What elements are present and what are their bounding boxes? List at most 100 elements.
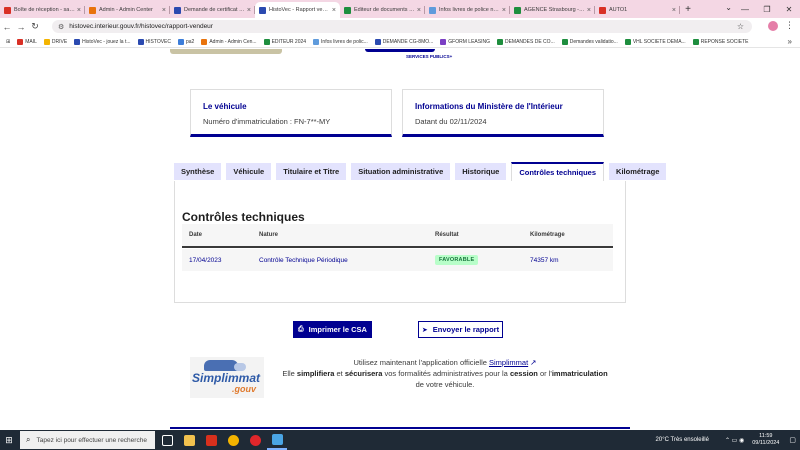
- forward-icon[interactable]: →: [14, 22, 28, 32]
- browser-tab[interactable]: AGENCE Strasbourg - Go...×: [510, 2, 595, 18]
- browser-menu-icon[interactable]: ⋮: [785, 20, 794, 31]
- browser-toolbar: ← → ↻ ⚙ histovec.interieur.gouv.fr/histo…: [0, 18, 800, 35]
- acrobat-icon[interactable]: [201, 430, 221, 450]
- report-tab[interactable]: Kilométrage: [609, 163, 667, 180]
- bookmark-favicon-icon: [177, 38, 184, 45]
- taskbar-search[interactable]: ⌕ Tapez ici pour effectuer une recherche: [20, 431, 155, 449]
- address-bar[interactable]: ⚙ histovec.interieur.gouv.fr/histovec/ra…: [52, 20, 752, 33]
- column-header-mileage: Kilométrage: [530, 232, 565, 238]
- bookmark-label: Admin - Admin Cen...: [209, 38, 257, 45]
- bookmark-favicon-icon: [137, 38, 144, 45]
- bookmark-favicon-icon: [43, 38, 50, 45]
- clock[interactable]: 11:59 09/11/2024: [752, 433, 779, 447]
- bookmark-item[interactable]: HistoVec - jouez la t...: [74, 38, 131, 45]
- tab-title: Boîte de réception - sam...: [14, 7, 75, 13]
- taskbar-search-placeholder: Tapez ici pour effectuer une recherche: [36, 436, 147, 444]
- printer-icon: ⎙: [298, 325, 304, 333]
- report-tabs: Synthèse Véhicule Titulaire et Titre Situat…: [174, 162, 671, 181]
- bookmark-item[interactable]: EDITEUR 2024: [263, 38, 306, 45]
- bookmark-item[interactable]: DEMANDE CG-8MO...: [374, 38, 433, 45]
- more-bookmarks-icon[interactable]: »: [788, 37, 792, 46]
- bookmark-item[interactable]: Demandes validatio...: [561, 38, 618, 45]
- close-tab-icon[interactable]: ×: [247, 7, 251, 14]
- new-tab-button[interactable]: +: [680, 4, 696, 15]
- notifications-icon[interactable]: ▢: [789, 436, 796, 444]
- chrome-icon[interactable]: [223, 430, 243, 450]
- tab-separator: [679, 6, 680, 14]
- tab-title: HistoVec - Rapport vende...: [269, 7, 330, 13]
- ministry-card: Informations du Ministère de l'Intérieur…: [402, 89, 604, 137]
- browser-tab[interactable]: HistoVec - Rapport vende... ×: [255, 2, 340, 18]
- tab-title: AUTO1: [609, 7, 628, 13]
- back-icon[interactable]: ←: [0, 22, 14, 32]
- minimize-button[interactable]: —: [734, 5, 756, 14]
- weather-widget[interactable]: 20°C Très ensoleillé: [656, 437, 709, 443]
- bookmark-item[interactable]: MAIL: [17, 38, 37, 45]
- simplimmat-link[interactable]: Simplimmat: [489, 358, 528, 367]
- hero-image-fragment: [170, 49, 282, 54]
- browser-tab[interactable]: Demande de certificat de... ×: [170, 2, 255, 18]
- close-tab-icon[interactable]: ×: [417, 7, 421, 14]
- report-tab[interactable]: Situation administrative: [351, 163, 451, 180]
- clock-date: 09/11/2024: [752, 440, 780, 446]
- bookmark-favicon-icon: [74, 38, 81, 45]
- apps-grid-icon[interactable]: ⊞: [6, 39, 10, 45]
- close-tab-icon[interactable]: ×: [162, 7, 166, 14]
- clock-time: 11:59: [759, 433, 773, 439]
- table-row: 17/04/2023 Contrôle Technique Périodique…: [182, 249, 613, 271]
- bookmark-item[interactable]: GFORM LEASING: [440, 38, 490, 45]
- close-tab-icon[interactable]: ×: [77, 7, 81, 14]
- reload-icon[interactable]: ↻: [28, 21, 42, 32]
- browser-tab[interactable]: Boîte de réception - sam... ×: [0, 2, 85, 18]
- report-tab[interactable]: Véhicule: [226, 163, 272, 180]
- bookmark-item[interactable]: DEMANDES DE CO...: [496, 38, 555, 45]
- windows-start-icon[interactable]: ⊞: [0, 435, 18, 446]
- close-tab-icon[interactable]: ×: [587, 7, 591, 14]
- bookmark-item[interactable]: Admin - Admin Cen...: [201, 38, 257, 45]
- report-tab[interactable]: Titulaire et Titre: [276, 163, 347, 180]
- file-explorer-icon[interactable]: [179, 430, 199, 450]
- print-csa-button[interactable]: ⎙ Imprimer le CSA: [293, 321, 372, 338]
- browser-tab[interactable]: Editeur de documents de... ×: [340, 2, 425, 18]
- bookmark-item[interactable]: pa2: [177, 38, 194, 45]
- windows-taskbar: ⊞ ⌕ Tapez ici pour effectuer une recherc…: [0, 430, 800, 450]
- close-tab-icon[interactable]: ×: [502, 7, 506, 14]
- bookmark-label: Infos livres de polic...: [321, 38, 368, 45]
- paint-icon[interactable]: [267, 430, 287, 450]
- bookmark-item[interactable]: Infos livres de polic...: [313, 38, 368, 45]
- tab-list: Boîte de réception - sam... × Admin - Admi…: [0, 0, 680, 18]
- bookmark-item[interactable]: HISTOVEC: [137, 38, 171, 45]
- tab-favicon-icon: [4, 6, 11, 14]
- report-tab[interactable]: Contrôles techniques: [511, 162, 605, 181]
- close-window-button[interactable]: ✕: [778, 5, 800, 14]
- browser-tab-strip: Boîte de réception - sam... × Admin - Admi…: [0, 0, 800, 18]
- bookmark-item[interactable]: DRIVE: [43, 38, 67, 45]
- bookmark-item[interactable]: VHL SOCIETE DEMA...: [624, 38, 686, 45]
- close-tab-icon[interactable]: ×: [332, 7, 336, 14]
- profile-avatar[interactable]: [768, 21, 778, 31]
- report-tab[interactable]: Historique: [455, 163, 507, 180]
- promo-bold-cession: cession: [509, 369, 538, 378]
- control-mileage: 74357 km: [530, 256, 559, 264]
- browser-tab[interactable]: AUTO1 ×: [595, 2, 680, 18]
- send-report-button[interactable]: ➤ Envoyer le rapport: [418, 321, 503, 338]
- site-info-icon[interactable]: ⚙: [58, 23, 64, 31]
- bookmark-star-icon[interactable]: ☆: [737, 22, 744, 31]
- simplimmat-logo[interactable]: Simplimmat .gouv: [190, 357, 264, 398]
- report-tab[interactable]: Synthèse: [174, 163, 222, 180]
- tray-icons[interactable]: ⌃ ▭ ◉: [725, 437, 744, 444]
- tab-title: Infos livres de police num...: [439, 7, 500, 13]
- maximize-button[interactable]: ❐: [756, 5, 778, 14]
- browser-tab[interactable]: Admin - Admin Center ×: [85, 2, 170, 18]
- close-tab-icon[interactable]: ×: [672, 7, 676, 14]
- task-view-icon[interactable]: [157, 430, 177, 450]
- bookmark-item[interactable]: REPONSE SOCIETE: [692, 38, 749, 45]
- table-header: Date Nature Résultat Kilométrage: [182, 224, 613, 248]
- opera-icon[interactable]: [245, 430, 265, 450]
- tab-title: Admin - Admin Center: [99, 7, 153, 13]
- tab-search-icon[interactable]: ⌄: [725, 3, 732, 12]
- send-icon: ➤: [421, 326, 428, 334]
- bookmark-favicon-icon: [624, 38, 631, 45]
- tab-favicon-icon: [514, 6, 521, 14]
- browser-tab[interactable]: Infos livres de police num... ×: [425, 2, 510, 18]
